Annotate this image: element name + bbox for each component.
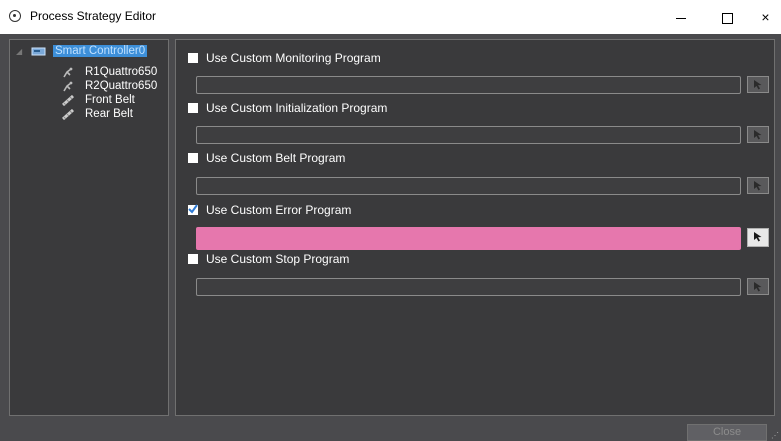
tree-item-label: Front Belt	[85, 94, 135, 106]
maximize-button[interactable]	[704, 0, 750, 34]
monitoring-browse-button[interactable]	[747, 76, 769, 93]
tree-panel: ◢ Smart Controller0 R1Quattro650 R2Quatt…	[9, 39, 169, 416]
initialization-checkbox[interactable]	[188, 103, 198, 113]
tree-item-label: R1Quattro650	[85, 66, 158, 78]
belt-program-field[interactable]	[196, 177, 741, 195]
initialization-browse-button[interactable]	[747, 126, 769, 143]
error-browse-button[interactable]	[747, 228, 769, 247]
cursor-icon	[754, 232, 762, 242]
stop-checkbox[interactable]	[188, 254, 198, 264]
belt-browse-button[interactable]	[747, 177, 769, 194]
error-program-field[interactable]	[196, 227, 741, 250]
monitoring-checkbox[interactable]	[188, 53, 198, 63]
close-button[interactable]: Close	[687, 424, 767, 441]
error-checkbox[interactable]	[188, 204, 198, 215]
collapse-icon[interactable]: ◢	[16, 47, 22, 56]
option-label: Use Custom Belt Program	[206, 151, 346, 165]
controller-icon	[31, 47, 46, 56]
initialization-program-field[interactable]	[196, 126, 741, 144]
option-label: Use Custom Initialization Program	[206, 101, 388, 115]
close-icon: ×	[761, 9, 770, 25]
belt-icon	[62, 109, 74, 120]
cursor-icon	[754, 130, 762, 140]
belt-icon	[62, 95, 74, 106]
minimize-button[interactable]	[658, 0, 704, 34]
tree-item-label: Smart Controller0	[53, 45, 148, 57]
cursor-icon	[754, 80, 762, 90]
robot-icon	[63, 81, 73, 92]
option-label: Use Custom Stop Program	[206, 252, 350, 266]
option-label: Use Custom Monitoring Program	[206, 51, 381, 65]
belt-checkbox[interactable]	[188, 153, 198, 163]
cursor-icon	[754, 181, 762, 191]
close-window-button[interactable]: ×	[750, 0, 781, 34]
window-title: Process Strategy Editor	[30, 9, 157, 23]
tree-item-label: Rear Belt	[85, 108, 133, 120]
option-label: Use Custom Error Program	[206, 203, 352, 217]
stop-browse-button[interactable]	[747, 278, 769, 295]
minimize-icon	[676, 17, 686, 19]
tree-item-label: R2Quattro650	[85, 80, 158, 92]
cursor-icon	[754, 282, 762, 292]
stop-program-field[interactable]	[196, 278, 741, 296]
title-bar: Process Strategy Editor ×	[0, 0, 781, 34]
app-icon	[9, 10, 21, 22]
robot-icon	[63, 67, 73, 78]
checkmark-icon	[188, 204, 198, 214]
resize-grip-icon[interactable]: ⋰	[771, 431, 779, 440]
maximize-icon	[721, 12, 733, 24]
monitoring-program-field[interactable]	[196, 76, 741, 94]
